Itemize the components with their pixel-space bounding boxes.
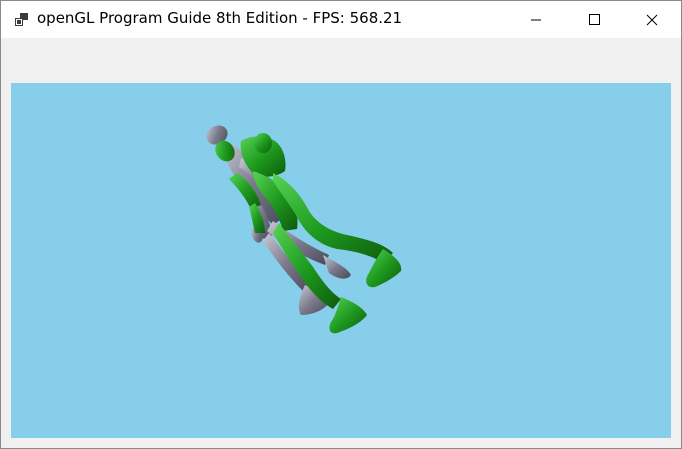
app-window-icon[interactable]	[13, 12, 29, 28]
minimize-button[interactable]	[507, 1, 565, 38]
window-title: openGL Program Guide 8th Edition - FPS: …	[37, 9, 403, 27]
rendered-scene	[206, 125, 402, 334]
close-button[interactable]	[623, 1, 681, 38]
maximize-button[interactable]	[565, 1, 623, 38]
minimize-icon	[531, 19, 541, 21]
app-window: openGL Program Guide 8th Edition - FPS: …	[0, 0, 682, 449]
maximize-icon	[589, 14, 600, 25]
opengl-viewport[interactable]	[11, 83, 671, 438]
title-bar[interactable]: openGL Program Guide 8th Edition - FPS: …	[1, 1, 681, 38]
close-icon	[646, 14, 658, 26]
client-area	[1, 38, 681, 448]
